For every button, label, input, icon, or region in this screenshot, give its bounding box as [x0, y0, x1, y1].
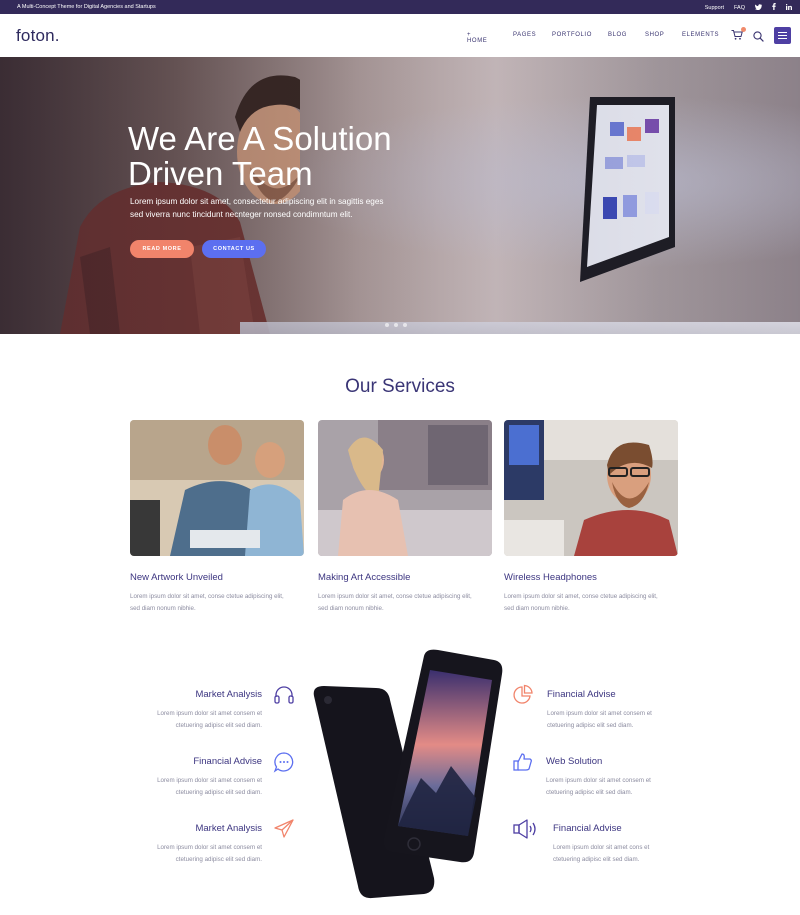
search-icon[interactable] — [753, 29, 765, 42]
thumbs-up-icon — [512, 751, 534, 773]
top-bar: A Multi-Concept Theme for Digital Agenci… — [0, 0, 800, 14]
nav-portfolio[interactable]: PORTFOLIO — [552, 32, 592, 38]
megaphone-icon — [513, 818, 536, 840]
feature-title: Market Analysis — [195, 689, 262, 700]
read-more-button[interactable]: READ MORE — [130, 240, 194, 258]
feature-title: Financial Advise — [547, 689, 616, 700]
top-links: Support FAQ — [705, 3, 792, 12]
feature-title: Financial Advise — [553, 823, 622, 834]
twitter-icon[interactable] — [755, 3, 762, 12]
feature-text: Lorem ipsum dolor sit amet consem et cte… — [157, 844, 262, 863]
nav-blog[interactable]: BLOG — [608, 32, 627, 38]
service-card-title[interactable]: Making Art Accessible — [318, 572, 410, 583]
headphones-icon — [273, 684, 295, 706]
services-title: Our Services — [345, 376, 455, 397]
service-card-text: Lorem ipsum dolor sit amet, conse ctetue… — [318, 593, 472, 612]
feature-title: Market Analysis — [195, 823, 262, 834]
support-link[interactable]: Support — [705, 5, 724, 11]
hero-subtitle: Lorem ipsum dolor sit amet, consectetur … — [130, 197, 384, 219]
service-card-text: Lorem ipsum dolor sit amet, conse ctetue… — [504, 593, 658, 612]
service-image-headphones[interactable] — [504, 420, 678, 556]
service-card-title[interactable]: Wireless Headphones — [504, 572, 597, 583]
nav-shop[interactable]: SHOP — [645, 32, 664, 38]
feature-text: Lorem ipsum dolor sit amet consem et cte… — [157, 710, 262, 729]
feature-title: Web Solution — [546, 756, 603, 767]
feature-text: Lorem ipsum dolor sit amet consem et cte… — [547, 710, 652, 729]
paper-plane-icon — [273, 818, 295, 840]
hero-banner: We Are A Solution Driven Team Lorem ipsu… — [0, 57, 800, 334]
feature-text: Lorem ipsum dolor sit amet consem et cte… — [546, 777, 651, 796]
cart-badge — [741, 27, 746, 32]
slider-dots — [385, 323, 407, 327]
linkedin-icon[interactable] — [785, 3, 792, 12]
tagline: A Multi-Concept Theme for Digital Agenci… — [17, 4, 156, 10]
feature-text: Lorem ipsum dolor sit amet consem et cte… — [157, 777, 262, 796]
site-logo[interactable]: foton. — [16, 26, 60, 46]
faq-link[interactable]: FAQ — [734, 5, 745, 11]
slider-dot[interactable] — [394, 323, 398, 327]
feature-title: Financial Advise — [193, 756, 262, 767]
slider-dot[interactable] — [385, 323, 389, 327]
nav-pages[interactable]: PAGES — [513, 32, 536, 38]
service-card-text: Lorem ipsum dolor sit amet, conse ctetue… — [130, 593, 284, 612]
chat-bubble-icon — [273, 751, 295, 773]
pie-chart-icon — [512, 684, 534, 706]
service-card-title[interactable]: New Artwork Unveiled — [130, 572, 223, 583]
nav-elements[interactable]: ELEMENTS — [682, 32, 719, 38]
service-image-art[interactable] — [318, 420, 492, 556]
hero-title: We Are A Solution Driven Team — [128, 120, 392, 192]
facebook-icon[interactable] — [772, 3, 776, 12]
contact-us-button[interactable]: CONTACT US — [202, 240, 266, 258]
hamburger-menu-icon[interactable] — [774, 27, 791, 44]
cart-icon[interactable] — [731, 27, 746, 42]
service-image-artwork[interactable] — [130, 420, 304, 556]
nav-home[interactable]: + HOME — [467, 32, 487, 44]
slider-dot[interactable] — [403, 323, 407, 327]
feature-text: Lorem ipsum dolor sit amet cons et ctetu… — [553, 844, 650, 863]
phones-illustration — [313, 649, 503, 899]
main-header: foton. + HOME PAGES PORTFOLIO BLOG SHOP … — [0, 14, 800, 57]
